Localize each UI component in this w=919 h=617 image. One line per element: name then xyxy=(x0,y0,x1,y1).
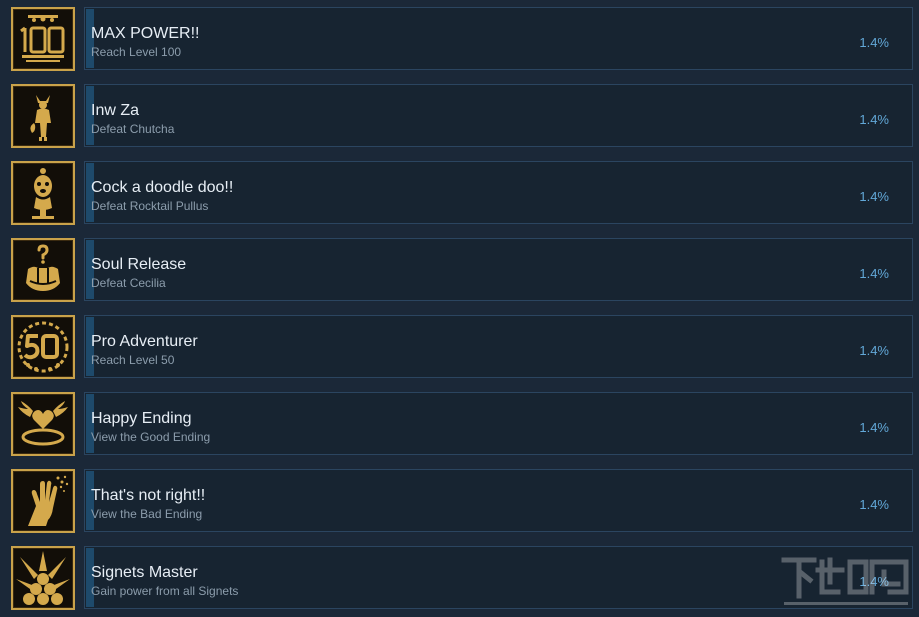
achievement-title: Happy Ending xyxy=(91,410,192,427)
mystery-armor-icon xyxy=(11,238,75,302)
achievement-title: Cock a doodle doo!! xyxy=(91,179,234,196)
achievement-row[interactable]: Happy Ending View the Good Ending 1.4% xyxy=(0,385,919,462)
achievement-panel xyxy=(84,546,913,609)
achievement-panel xyxy=(84,392,913,455)
achievement-panel xyxy=(84,7,913,70)
achievement-percent: 1.4% xyxy=(859,112,889,127)
achievement-percent: 1.4% xyxy=(859,266,889,281)
achievement-row[interactable]: Cock a doodle doo!! Defeat Rocktail Pull… xyxy=(0,154,919,231)
achievement-row[interactable]: Pro Adventurer Reach Level 50 1.4% xyxy=(0,308,919,385)
achievement-row[interactable]: Soul Release Defeat Cecilia 1.4% xyxy=(0,231,919,308)
achievement-title: Pro Adventurer xyxy=(91,333,198,350)
achievement-title: MAX POWER!! xyxy=(91,25,200,42)
achievement-title: Inw Za xyxy=(91,102,140,119)
achievement-percent: 1.4% xyxy=(859,35,889,50)
achievements-page: MAX POWER!! Reach Level 100 1.4% Inw Za … xyxy=(0,0,919,617)
achievement-row[interactable]: Inw Za Defeat Chutcha 1.4% xyxy=(0,77,919,154)
winged-heart-icon xyxy=(11,392,75,456)
achievement-description: View the Bad Ending xyxy=(91,507,203,521)
sparkling-hand-icon xyxy=(11,469,75,533)
achievement-row[interactable]: Signets Master Gain power from all Signe… xyxy=(0,539,919,616)
level-50-icon xyxy=(11,315,75,379)
achievement-percent: 1.4% xyxy=(859,420,889,435)
achievement-panel xyxy=(84,84,913,147)
achievement-description: Reach Level 100 xyxy=(91,45,182,59)
achievement-panel xyxy=(84,315,913,378)
achievement-description: Defeat Rocktail Pullus xyxy=(91,199,209,213)
achievement-percent: 1.4% xyxy=(859,497,889,512)
achievement-description: Defeat Cecilia xyxy=(91,276,166,290)
achievement-percent: 1.4% xyxy=(859,574,889,589)
orb-pyramid-icon xyxy=(11,546,75,610)
achievement-percent: 1.4% xyxy=(859,343,889,358)
achievement-percent: 1.4% xyxy=(859,189,889,204)
achievement-panel xyxy=(84,238,913,301)
level-100-icon xyxy=(11,7,75,71)
achievement-row[interactable]: That's not right!! View the Bad Ending 1… xyxy=(0,462,919,539)
rooster-totem-icon xyxy=(11,161,75,225)
achievement-row[interactable]: MAX POWER!! Reach Level 100 1.4% xyxy=(0,0,919,77)
achievement-description: Gain power from all Signets xyxy=(91,584,239,598)
achievement-description: View the Good Ending xyxy=(91,430,211,444)
achievement-title: Soul Release xyxy=(91,256,187,273)
achievement-description: Reach Level 50 xyxy=(91,353,175,367)
achievement-title: Signets Master xyxy=(91,564,198,581)
achievement-panel xyxy=(84,469,913,532)
achievement-title: That's not right!! xyxy=(91,487,206,504)
achievement-description: Defeat Chutcha xyxy=(91,122,175,136)
warrior-figure-icon xyxy=(11,84,75,148)
